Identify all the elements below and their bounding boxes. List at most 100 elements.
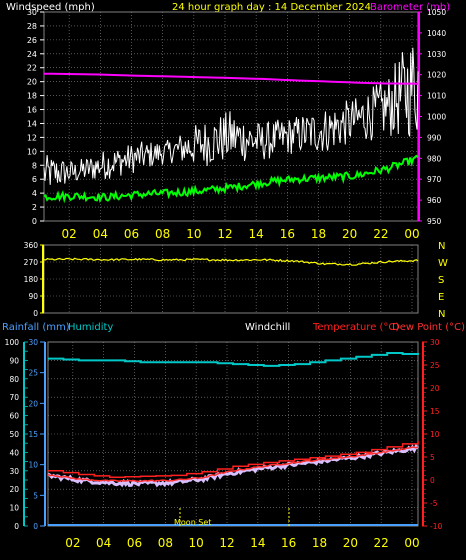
wind-x-tick-label: 06 [124,227,139,241]
compass-label: W [438,258,448,269]
humidity-tick-label: 0 [14,522,19,531]
compass-label: N [438,241,445,252]
rain-tick-label: 10 [28,461,38,470]
barometer-tick-label: 1050 [427,8,446,17]
temp-tick-label: 25 [430,361,440,370]
wind-x-tick-label: 12 [217,227,232,241]
direction-tick-label: 270 [24,258,39,267]
temp-tick-label: -5 [430,499,438,508]
moon-set-label: Moon Set [174,518,211,527]
barometer-tick-label: 1010 [427,92,446,101]
wind-x-tick-label: 20 [342,227,357,241]
barometer-tick-label: 1020 [427,71,446,80]
humidity-tick-label: 40 [9,448,19,457]
wind-tick-label: 10 [27,147,37,156]
weather-graph: Windspeed (mph) 24 hour graph day : 14 D… [0,0,466,555]
rain-tick-label: 30 [28,338,38,347]
barometer-tick-label: 1000 [427,113,446,122]
wind-tick-label: 20 [27,78,37,87]
barometer-tick-label: 960 [427,196,442,205]
temp-x-tick-label: 00 [404,536,419,550]
direction-tick-label: 90 [28,292,38,301]
compass-label: N [438,309,445,320]
wind-tick-label: 26 [27,36,37,45]
compass-label: E [438,292,444,303]
wind-tick-label: 6 [32,175,37,184]
direction-tick-label: 180 [24,275,39,284]
barometer-tick-label: 980 [427,154,442,163]
humidity-axis-label: Humidity [68,322,113,333]
humidity-tick-label: 10 [9,504,19,513]
temp-x-tick-label: 12 [219,536,234,550]
chart-title: 24 hour graph day : 14 December 2024 [172,2,371,13]
humidity-tick-label: 20 [9,485,19,494]
temp-x-tick-label: 04 [96,536,111,550]
rain-tick-label: 0 [33,522,38,531]
wind-tick-label: 28 [27,22,37,31]
temp-x-tick-label: 10 [189,536,204,550]
barometer-tick-label: 1030 [427,50,446,59]
wind-x-tick-label: 16 [280,227,295,241]
wind-tick-label: 24 [27,50,37,59]
humidity-tick-label: 80 [9,375,19,384]
wind-x-tick-label: 22 [373,227,388,241]
rain-tick-label: 5 [33,491,38,500]
rain-tick-label: 20 [28,399,38,408]
temp-x-tick-label: 16 [281,536,296,550]
wind-tick-label: 16 [27,106,37,115]
humidity-tick-label: 100 [5,338,20,347]
temperature-label: Temperature (°C) [312,322,399,333]
humidity-tick-label: 70 [9,393,19,402]
wind-tick-label: 2 [32,203,37,212]
humidity-tick-label: 90 [9,356,19,365]
temp-tick-label: 5 [430,453,435,462]
temp-x-tick-label: 20 [343,536,358,550]
wind-x-tick-label: 00 [404,227,419,241]
humidity-tick-label: 60 [9,412,19,421]
barometer-tick-label: 1040 [427,29,446,38]
wind-x-tick-label: 18 [311,227,326,241]
temp-tick-label: -10 [430,522,442,531]
rain-tick-label: 15 [28,430,38,439]
direction-tick-label: 0 [33,309,38,318]
temp-x-tick-label: 18 [312,536,327,550]
temp-x-tick-label: 02 [65,536,80,550]
rain-axis-label: Rainfall (mm) [2,322,70,333]
temp-x-tick-label: 08 [158,536,173,550]
temp-x-tick-label: 14 [250,536,265,550]
wind-tick-label: 14 [27,119,37,128]
wind-tick-label: 4 [32,189,37,198]
temp-tick-label: 15 [430,407,440,416]
direction-tick-label: 360 [24,241,39,250]
wind-speed-series [43,47,419,185]
rain-tick-label: 25 [28,369,38,378]
barometer-tick-label: 950 [427,217,442,226]
barometer-tick-label: 990 [427,133,442,142]
dewpoint-label: Dew Point (°C) [392,322,465,333]
wind-tick-label: 18 [27,92,37,101]
temp-x-tick-label: 06 [127,536,142,550]
wind-x-tick-label: 14 [249,227,264,241]
wind-x-tick-label: 04 [93,227,108,241]
temp-tick-label: 0 [430,476,435,485]
wind-tick-label: 0 [32,217,37,226]
barometer-tick-label: 970 [427,175,442,184]
temp-tick-label: 30 [430,338,440,347]
compass-label: S [438,275,444,286]
wind-x-tick-label: 08 [155,227,170,241]
wind-tick-label: 22 [27,64,37,73]
temp-tick-label: 20 [430,384,440,393]
humidity-tick-label: 50 [9,430,19,439]
chart-panels: 0246810121416182022242628309509609709809… [5,8,448,550]
wind-x-tick-label: 10 [186,227,201,241]
wind-axis-label: Windspeed (mph) [6,2,95,13]
wind-tick-label: 30 [27,8,37,17]
weather-chart-svg: Windspeed (mph) 24 hour graph day : 14 D… [2,2,465,550]
wind-x-tick-label: 02 [62,227,77,241]
temp-tick-label: 10 [430,430,440,439]
wind-tick-label: 12 [27,133,37,142]
temp-x-tick-label: 22 [374,536,389,550]
wind-tick-label: 8 [32,161,37,170]
windchill-label: Windchill [245,322,290,333]
humidity-tick-label: 30 [9,467,19,476]
